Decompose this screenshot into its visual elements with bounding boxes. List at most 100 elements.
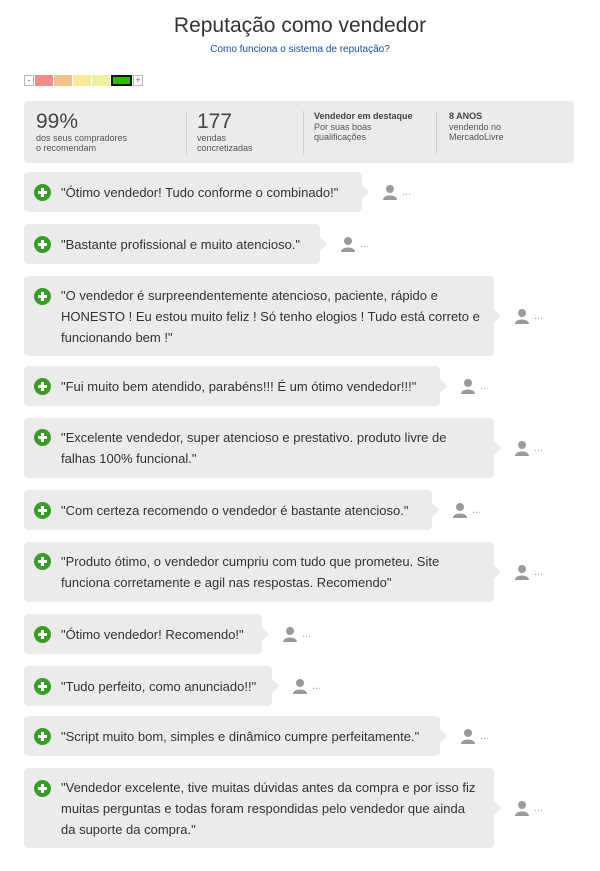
- user-silhouette-icon: [515, 565, 529, 580]
- review-bubble: "Tudo perfeito, como anunciado!!": [24, 666, 279, 706]
- reviewer-more: ...: [534, 566, 544, 578]
- reviewer[interactable]: ...: [382, 184, 411, 200]
- reviewer-more: ...: [534, 310, 544, 322]
- plus-circle-icon: [34, 235, 51, 253]
- review-item: "Ótimo vendedor! Tudo conforme o combina…: [24, 172, 411, 212]
- user-silhouette-icon: [383, 185, 397, 200]
- reviewer[interactable]: ...: [514, 308, 543, 324]
- plus-circle-icon: [34, 288, 51, 305]
- reputation-thermometer: - +: [24, 75, 143, 86]
- thermometer-level-1: [35, 75, 53, 86]
- highlight-line-2: qualificações: [314, 132, 367, 142]
- review-text: "Tudo perfeito, como anunciado!!": [61, 678, 257, 694]
- years-title: 8 ANOS: [449, 111, 483, 121]
- review-item: "Bastante profissional e muito atencioso…: [24, 224, 369, 264]
- reviewer-more: ...: [472, 504, 482, 516]
- highlight-title: Vendedor em destaque: [314, 111, 413, 121]
- review-text: "Produto ótimo, o vendedor cumpriu com t…: [61, 554, 440, 590]
- reviewer-more: ...: [360, 238, 370, 250]
- years-line-1: vendendo no: [449, 122, 502, 132]
- highlight-line-1: Por suas boas: [314, 122, 372, 132]
- reviewer[interactable]: ...: [282, 626, 311, 642]
- divider: [303, 111, 304, 155]
- review-bubble: "Excelente vendedor, super atencioso e p…: [24, 418, 501, 478]
- plus-circle-icon: [34, 183, 51, 201]
- reviewer-more: ...: [302, 628, 312, 640]
- reviewer-more: ...: [312, 680, 322, 692]
- thermometer-level-5-active: [111, 75, 132, 86]
- reviewer[interactable]: ...: [460, 728, 489, 744]
- plus-circle-icon: [34, 377, 51, 395]
- review-text: "O vendedor é surpreendentemente atencio…: [61, 287, 480, 345]
- reviewer[interactable]: ...: [452, 502, 481, 518]
- user-silhouette-icon: [515, 309, 529, 324]
- plus-circle-icon: [34, 625, 51, 643]
- user-silhouette-icon: [515, 801, 529, 816]
- reviewer-more: ...: [534, 442, 544, 454]
- reviewer[interactable]: ...: [460, 378, 489, 394]
- plus-circle-icon: [34, 677, 51, 695]
- thermometer-plus: +: [133, 75, 143, 86]
- recommend-line-1: dos seus compradores: [36, 133, 128, 143]
- thermometer-level-4: [92, 75, 110, 86]
- stat-highlight: Vendedor em destaque Por suas boas quali…: [314, 111, 413, 142]
- user-silhouette-icon: [461, 729, 475, 744]
- user-silhouette-icon: [461, 379, 475, 394]
- user-silhouette-icon: [293, 679, 307, 694]
- review-item: "Fui muito bem atendido, parabéns!!! É u…: [24, 366, 489, 406]
- plus-circle-icon: [34, 780, 51, 797]
- reviewer-more: ...: [534, 802, 544, 814]
- review-bubble: "O vendedor é surpreendentemente atencio…: [24, 276, 501, 356]
- user-silhouette-icon: [283, 627, 297, 642]
- reviewer[interactable]: ...: [514, 564, 543, 580]
- review-bubble: "Script muito bom, simples e dinâmico cu…: [24, 716, 447, 756]
- years-line-2: MercadoLivre: [449, 132, 504, 142]
- user-silhouette-icon: [341, 237, 355, 252]
- user-silhouette-icon: [453, 503, 467, 518]
- plus-circle-icon: [34, 429, 51, 446]
- stat-recommend: 99% dos seus compradores o recomendam: [36, 111, 128, 154]
- reviewer-more: ...: [402, 186, 412, 198]
- review-item: "Script muito bom, simples e dinâmico cu…: [24, 716, 489, 756]
- plus-circle-icon: [34, 553, 51, 570]
- user-silhouette-icon: [515, 441, 529, 456]
- recommend-line-2: o recomendam: [36, 143, 97, 153]
- review-item: "Excelente vendedor, super atencioso e p…: [24, 418, 543, 478]
- review-item: "Tudo perfeito, como anunciado!!" ...: [24, 666, 321, 706]
- stat-years: 8 ANOS vendendo no MercadoLivre: [449, 111, 504, 142]
- reviewer[interactable]: ...: [514, 800, 543, 816]
- review-bubble: "Ótimo vendedor! Recomendo!": [24, 614, 269, 654]
- review-item: "O vendedor é surpreendentemente atencio…: [24, 276, 543, 356]
- sales-line-2: concretizadas: [197, 143, 253, 153]
- thermometer-level-2: [54, 75, 72, 86]
- review-bubble: "Fui muito bem atendido, parabéns!!! É u…: [24, 366, 447, 406]
- plus-circle-icon: [34, 501, 51, 519]
- reviewer[interactable]: ...: [340, 236, 369, 252]
- review-text: "Bastante profissional e muito atencioso…: [61, 236, 301, 252]
- stat-sales: 177 vendas concretizadas: [197, 110, 253, 154]
- reviewer[interactable]: ...: [514, 440, 543, 456]
- review-bubble: "Vendedor excelente, tive muitas dúvidas…: [24, 768, 501, 848]
- reviewer-more: ...: [480, 730, 490, 742]
- review-text: "Excelente vendedor, super atencioso e p…: [61, 430, 447, 466]
- review-bubble: "Com certeza recomendo o vendedor é bast…: [24, 490, 439, 530]
- thermometer-minus: -: [24, 75, 34, 86]
- review-text: "Fui muito bem atendido, parabéns!!! É u…: [61, 378, 417, 394]
- sales-count: 177: [197, 110, 233, 133]
- review-item: "Produto ótimo, o vendedor cumpriu com t…: [24, 542, 543, 602]
- review-text: "Ótimo vendedor! Recomendo!": [61, 626, 244, 642]
- review-item: "Com certeza recomendo o vendedor é bast…: [24, 490, 481, 530]
- plus-circle-icon: [34, 727, 51, 745]
- review-bubble: "Bastante profissional e muito atencioso…: [24, 224, 327, 264]
- page-title: Reputação como vendedor: [173, 14, 427, 37]
- reputation-help-link[interactable]: Como funciona o sistema de reputação?: [0, 44, 600, 55]
- review-text: "Script muito bom, simples e dinâmico cu…: [61, 728, 420, 744]
- divider: [186, 111, 187, 155]
- review-bubble: "Ótimo vendedor! Tudo conforme o combina…: [24, 172, 369, 212]
- review-text: "Com certeza recomendo o vendedor é bast…: [61, 502, 409, 518]
- divider: [436, 111, 437, 155]
- reviewer[interactable]: ...: [292, 678, 321, 694]
- review-bubble: "Produto ótimo, o vendedor cumpriu com t…: [24, 542, 501, 602]
- review-item: "Vendedor excelente, tive muitas dúvidas…: [24, 768, 543, 848]
- review-text: "Vendedor excelente, tive muitas dúvidas…: [61, 779, 476, 837]
